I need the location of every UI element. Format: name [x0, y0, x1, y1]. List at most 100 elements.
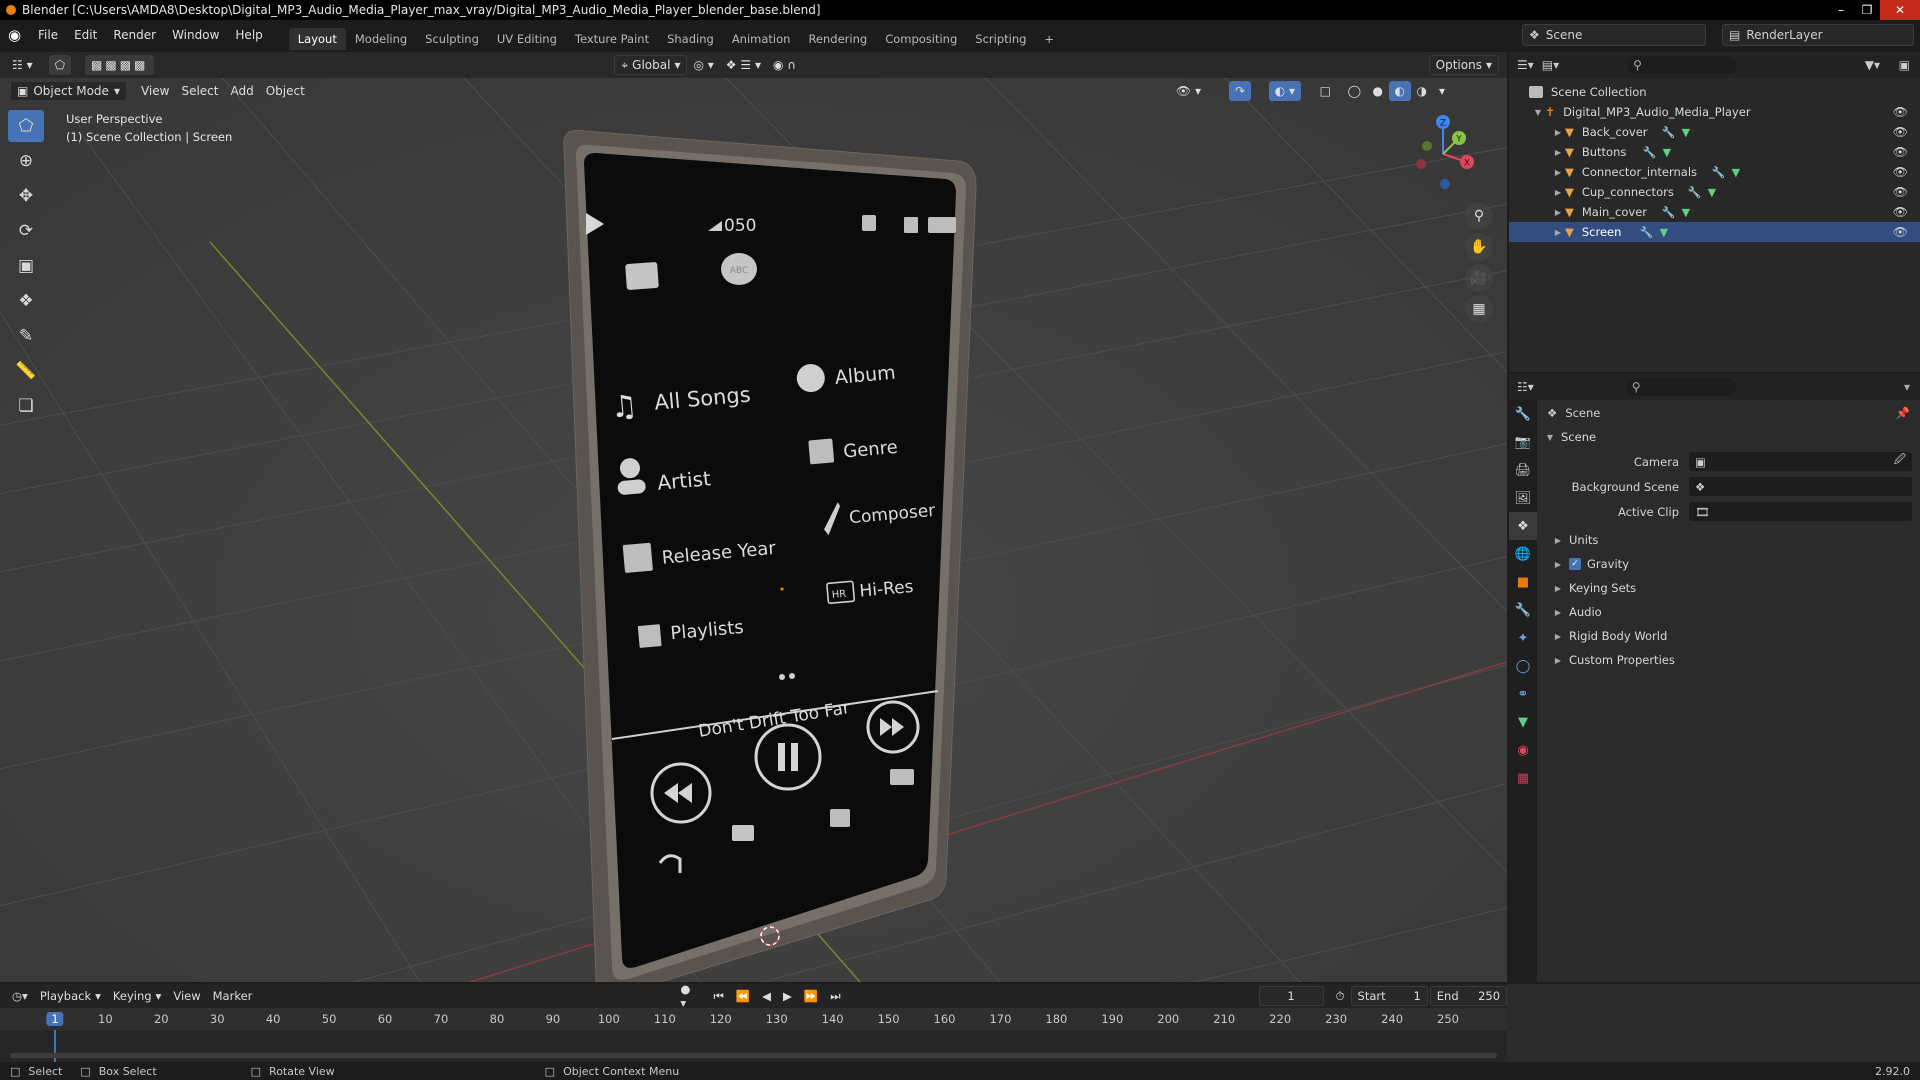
outliner-object-row-selected[interactable]: ▶ ▼ Screen 🔧 ▼ 👁 — [1509, 222, 1920, 242]
gravity-panel[interactable]: ▶ ✓ Gravity — [1539, 552, 1920, 576]
gizmo-neg-y[interactable] — [1422, 141, 1432, 151]
shading-options-dropdown[interactable]: ▾ — [1433, 81, 1451, 101]
shading-rendered-button[interactable]: ◑ — [1411, 81, 1433, 101]
outliner-object-row[interactable]: ▶ ▼ Connector_internals 🔧 ▼ 👁 — [1509, 162, 1920, 182]
annotate-tool-icon[interactable]: ✎ — [8, 320, 44, 352]
pivot-point-dropdown[interactable]: ◎ ▾ — [687, 55, 719, 75]
eyedropper-icon[interactable]: 🖉 — [1894, 452, 1906, 471]
select-box-tool-icon[interactable]: ⬠ — [8, 110, 44, 142]
add-cube-tool-icon[interactable]: ❏ — [8, 390, 44, 422]
constraints-tab-icon[interactable]: ⚭ — [1509, 680, 1537, 708]
transform-tool-icon[interactable]: ❖ — [8, 285, 44, 317]
cursor-tool-icon[interactable]: ⊕ — [8, 145, 44, 177]
keying-menu[interactable]: Keying ▾ — [107, 986, 167, 1006]
timeline-ruler[interactable]: 1 10 20 30 40 50 60 70 80 90 100 110 120 130 140 150 160… — [0, 1008, 1507, 1030]
current-frame-field[interactable]: 1 — [1258, 986, 1324, 1006]
outliner-collection-row[interactable]: ▼ ✝ Digital_MP3_Audio_Media_Player 👁 — [1509, 102, 1920, 122]
mp3-player-model[interactable]: 050 ABC ♫ All Songs Album Artist Genre R… — [556, 117, 988, 982]
overlay-toggle[interactable]: ◐ ▾ — [1268, 81, 1301, 101]
play-icon[interactable]: ▶ — [777, 986, 798, 1006]
view-layer-selector[interactable]: ▤ RenderLayer — [1722, 24, 1914, 46]
minimize-button[interactable]: – — [1828, 0, 1854, 20]
tab-texture-paint[interactable]: Texture Paint — [566, 28, 658, 50]
texture-tab-icon[interactable]: ▦ — [1509, 764, 1537, 792]
world-tab-icon[interactable]: 🌐 — [1509, 540, 1537, 568]
marker-menu[interactable]: Marker — [207, 986, 259, 1006]
outliner-object-row[interactable]: ▶ ▼ Buttons 🔧 ▼ 👁 — [1509, 142, 1920, 162]
outliner-object-row[interactable]: ▶ ▼ Cup_connectors 🔧 ▼ 👁 — [1509, 182, 1920, 202]
record-keyframe-button[interactable]: ● ▾ — [674, 982, 703, 1010]
prev-keyframe-icon[interactable]: ⏪ — [730, 986, 756, 1006]
next-keyframe-icon[interactable]: ⏩ — [798, 986, 824, 1006]
options-dropdown[interactable]: Options ▾ — [1428, 55, 1499, 75]
select-tool-toggle[interactable]: ⬠ — [48, 55, 72, 75]
menu-window[interactable]: Window — [164, 28, 227, 42]
timeline-track[interactable] — [0, 1030, 1507, 1062]
move-tool-icon[interactable]: ✥ — [8, 180, 44, 212]
menu-render[interactable]: Render — [105, 28, 164, 42]
tab-scripting[interactable]: Scripting — [966, 28, 1035, 50]
menu-object[interactable]: Object — [260, 81, 311, 101]
3d-viewport[interactable]: ☷ ▾ ⬠ ▩▩▩▩ ⌖ Global ▾ ◎ ▾ ❖ ☰ ▾ ◉ ∩ Opti… — [0, 52, 1507, 982]
physics-tab-icon[interactable]: ◯ — [1509, 652, 1537, 680]
collapse-arrow-icon[interactable]: ▼ — [1531, 108, 1545, 117]
particles-tab-icon[interactable]: ✦ — [1509, 624, 1537, 652]
editor-type-icon[interactable]: ☰▾ — [1517, 58, 1534, 72]
scene-panel-header[interactable]: ▼ Scene — [1539, 425, 1920, 449]
transform-orientation-dropdown[interactable]: ⌖ Global ▾ — [614, 55, 688, 75]
visibility-eye-icon[interactable]: 👁 — [1893, 185, 1908, 199]
perspective-grid-icon[interactable]: ▦ — [1465, 295, 1493, 323]
start-frame-field[interactable]: Start 1 — [1350, 986, 1428, 1006]
expand-arrow-icon[interactable]: ▶ — [1551, 188, 1565, 197]
visibility-eye-icon[interactable]: 👁 — [1893, 225, 1908, 239]
shading-wireframe-button[interactable]: ◯ — [1342, 81, 1367, 101]
menu-view[interactable]: View — [135, 81, 175, 101]
filter-icon[interactable]: ▼▾ — [1865, 58, 1880, 72]
measure-tool-icon[interactable]: 📏 — [8, 355, 44, 387]
visibility-eye-icon[interactable]: 👁 — [1893, 145, 1908, 159]
gizmo-toggle[interactable]: ↷ — [1228, 81, 1251, 101]
pin-icon[interactable]: 📌 — [1896, 406, 1910, 420]
rotate-tool-icon[interactable]: ⟳ — [8, 215, 44, 247]
outliner-object-row[interactable]: ▶ ▼ Main_cover 🔧 ▼ 👁 — [1509, 202, 1920, 222]
tab-rendering[interactable]: Rendering — [799, 28, 876, 50]
menu-add[interactable]: Add — [224, 81, 259, 101]
shading-solid-button[interactable]: ● — [1367, 81, 1389, 101]
expand-arrow-icon[interactable]: ▶ — [1551, 228, 1565, 237]
modifier-tab-icon[interactable]: 🔧 — [1509, 596, 1537, 624]
tab-uv-editing[interactable]: UV Editing — [488, 28, 566, 50]
zoom-icon[interactable]: ⚲ — [1465, 202, 1493, 230]
menu-edit[interactable]: Edit — [66, 28, 105, 42]
expand-arrow-icon[interactable]: ▶ — [1551, 148, 1565, 157]
object-tab-icon[interactable]: ■ — [1509, 568, 1537, 596]
object-mode-dropdown[interactable]: ▣ Object Mode ▾ — [10, 81, 127, 101]
view-menu[interactable]: View — [167, 986, 206, 1006]
tab-compositing[interactable]: Compositing — [876, 28, 966, 50]
render-tab-icon[interactable]: 📷 — [1509, 428, 1537, 456]
tab-modeling[interactable]: Modeling — [346, 28, 416, 50]
custom-properties-panel[interactable]: ▶ Custom Properties — [1539, 648, 1920, 672]
editor-type-button[interactable]: ☷ ▾ — [6, 55, 39, 75]
blender-menu-icon[interactable]: ◉ — [8, 26, 30, 44]
jump-start-icon[interactable]: ⏮ — [707, 986, 729, 1006]
active-clip-field[interactable]: 🎞 — [1689, 502, 1912, 521]
tool-tab-icon[interactable]: 🔧 — [1509, 400, 1537, 428]
snap-toggle[interactable]: ❖ ☰ ▾ — [720, 55, 767, 75]
units-panel[interactable]: ▶ Units — [1539, 528, 1920, 552]
visibility-eye-icon[interactable]: 👁 — [1893, 165, 1908, 179]
proportional-editing-toggle[interactable]: ◉ ∩ — [767, 55, 802, 75]
selection-mode-buttons[interactable]: ▩▩▩▩ — [85, 55, 155, 75]
display-mode-icon[interactable]: ▤▾ — [1542, 58, 1559, 72]
visibility-eye-icon[interactable]: 👁 — [1893, 205, 1908, 219]
camera-field[interactable]: ▣ 🖉 — [1689, 452, 1912, 471]
maximize-button[interactable]: ❐ — [1854, 0, 1880, 20]
tab-layout[interactable]: Layout — [288, 28, 346, 50]
view-layer-tab-icon[interactable]: 🖼 — [1509, 484, 1537, 512]
end-frame-field[interactable]: End 250 — [1429, 986, 1508, 1006]
stopwatch-icon[interactable]: ⏱ — [1330, 986, 1351, 1006]
scene-selector[interactable]: ❖ Scene — [1522, 24, 1706, 46]
playback-menu[interactable]: Playback ▾ — [34, 986, 107, 1006]
timeline-scrollbar[interactable] — [10, 1053, 1497, 1058]
outliner-scene-collection[interactable]: Scene Collection — [1509, 82, 1920, 102]
menu-artist[interactable]: Artist — [656, 466, 712, 495]
